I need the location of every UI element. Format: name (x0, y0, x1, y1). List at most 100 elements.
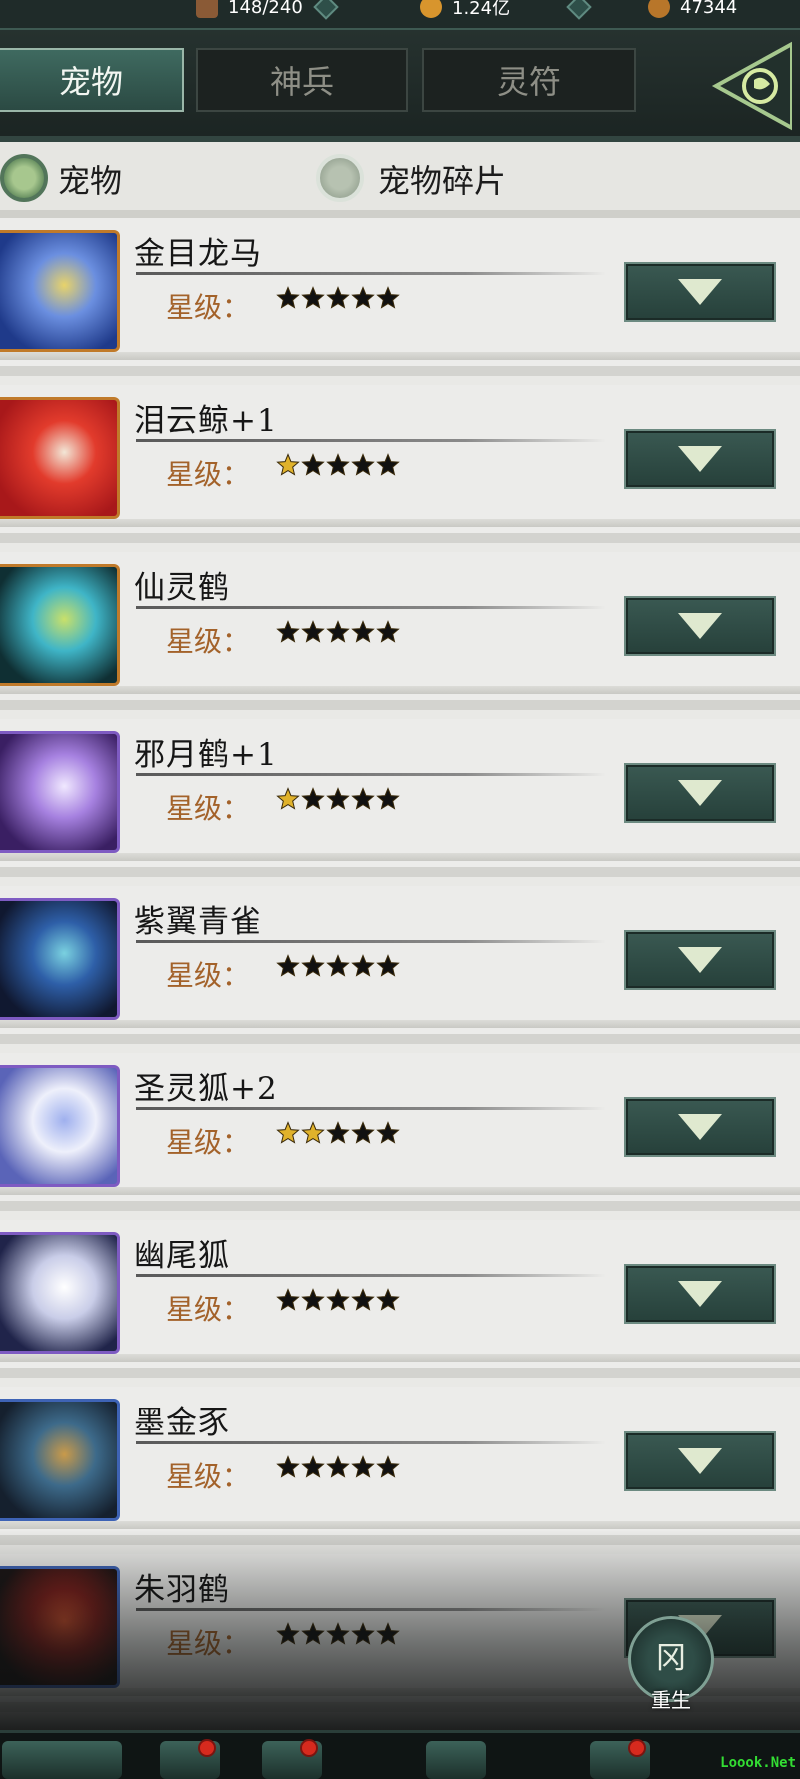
pet-portrait[interactable] (0, 731, 120, 853)
pet-portrait[interactable] (0, 898, 120, 1020)
star-icon (351, 1121, 376, 1149)
star-icon (351, 286, 376, 314)
expand-button[interactable] (624, 1431, 776, 1491)
star-icon (276, 1622, 301, 1650)
pet-portrait[interactable] (0, 397, 120, 519)
star-gold-icon (276, 453, 301, 481)
tab-pets[interactable]: 宠物 (0, 48, 184, 112)
pet-name: 圣灵狐+2 (134, 1071, 278, 1107)
expand-button[interactable] (624, 930, 776, 990)
star-icon (301, 286, 326, 314)
star-icon (376, 1455, 401, 1483)
pet-row[interactable]: 墨金豕星级： (0, 1387, 800, 1545)
star-level-label: 星级： (166, 1126, 251, 1159)
star-icon (326, 787, 351, 815)
pet-row[interactable]: 泪云鲸+1 星级： (0, 385, 800, 543)
name-underline (136, 1608, 606, 1611)
pet-row[interactable]: 圣灵狐+2 星级： (0, 1053, 800, 1211)
notification-dot (198, 1739, 216, 1757)
star-icon (376, 453, 401, 481)
pet-row[interactable]: 紫翼青雀 星级： (0, 886, 800, 1044)
nav-item-home[interactable] (2, 1741, 122, 1779)
chevron-down-icon (678, 780, 722, 806)
radio-pets[interactable] (0, 154, 48, 202)
star-gold-icon (276, 787, 301, 815)
pet-portrait[interactable] (0, 1399, 120, 1521)
star-icon (351, 1622, 376, 1650)
chevron-down-icon (678, 446, 722, 472)
gold-coin-icon (420, 0, 442, 18)
star-icon (276, 954, 301, 982)
expand-button[interactable] (624, 429, 776, 489)
pet-row[interactable]: 幽尾狐星级： (0, 1220, 800, 1378)
star-rating (276, 787, 401, 815)
resource-chests: 148/240 (196, 0, 339, 20)
row-divider (0, 1020, 800, 1028)
expand-button[interactable] (624, 1097, 776, 1157)
tab-talismans[interactable]: 灵符 (422, 48, 636, 112)
star-icon (326, 1455, 351, 1483)
star-rating (276, 1622, 401, 1650)
star-icon (276, 1288, 301, 1316)
expand-button[interactable] (624, 763, 776, 823)
tab-header: 宠物 神兵 灵符 (0, 30, 800, 142)
radio-pets-label[interactable]: 宠物 (58, 156, 122, 202)
star-icon (326, 1121, 351, 1149)
row-divider (0, 1187, 800, 1195)
nav-item-equipment[interactable] (262, 1739, 322, 1779)
pet-portrait[interactable] (0, 564, 120, 686)
pet-name: 墨金豕 (134, 1405, 230, 1441)
row-divider (0, 1354, 800, 1362)
star-level-label: 星级： (166, 458, 251, 491)
star-level-label: 星级： (166, 959, 251, 992)
star-icon (351, 954, 376, 982)
pet-name: 朱羽鹤 (134, 1572, 230, 1608)
tab-weapons[interactable]: 神兵 (196, 48, 408, 112)
nav-item-battle[interactable] (426, 1741, 486, 1779)
chevron-down-icon (678, 1448, 722, 1474)
radio-pet-fragments[interactable] (316, 154, 364, 202)
pet-name: 仙灵鹤 (134, 570, 230, 606)
star-level-label: 星级： (166, 1460, 251, 1493)
resource-value: 1.24亿 (452, 0, 511, 19)
star-icon (326, 954, 351, 982)
resource-copper: 47344 (648, 0, 737, 20)
add-icon[interactable] (566, 0, 592, 20)
expand-button[interactable] (624, 596, 776, 656)
expand-button[interactable] (624, 262, 776, 322)
row-divider (0, 853, 800, 861)
radio-pet-fragments-label[interactable]: 宠物碎片 (378, 156, 506, 202)
star-icon (326, 1622, 351, 1650)
star-icon (301, 620, 326, 648)
pet-portrait[interactable] (0, 230, 120, 352)
star-icon (376, 1121, 401, 1149)
star-level-label: 星级： (166, 1293, 251, 1326)
pet-name: 幽尾狐 (134, 1238, 230, 1274)
pet-row[interactable]: 仙灵鹤 星级： (0, 552, 800, 710)
pet-portrait[interactable] (0, 1232, 120, 1354)
add-icon[interactable] (313, 0, 339, 20)
pet-portrait[interactable] (0, 1065, 120, 1187)
pet-row[interactable]: 邪月鹤+1 星级： (0, 719, 800, 877)
star-icon (326, 620, 351, 648)
pet-row[interactable]: 金目龙马 星级： (0, 218, 800, 376)
pet-portrait[interactable] (0, 1566, 120, 1688)
chevron-down-icon (678, 279, 722, 305)
resource-gold: 1.24亿 (420, 0, 592, 20)
name-underline (136, 606, 606, 609)
pet-name: 金目龙马 (134, 236, 262, 272)
star-gold-icon (276, 1121, 301, 1149)
star-icon (326, 453, 351, 481)
name-underline (136, 1441, 606, 1444)
nav-item-shop[interactable] (590, 1739, 650, 1779)
star-icon (326, 1288, 351, 1316)
nav-item-pets[interactable] (160, 1739, 220, 1779)
star-icon (376, 286, 401, 314)
pet-name: 泪云鲸+1 (134, 403, 278, 439)
sect-emblem-icon[interactable] (710, 40, 792, 132)
star-icon (301, 453, 326, 481)
watermark: Loook.Net (720, 1755, 796, 1771)
expand-button[interactable] (624, 1264, 776, 1324)
bottom-nav: Loook.Net (0, 1730, 800, 1779)
rebirth-button[interactable]: 冈 重生 (628, 1616, 714, 1712)
